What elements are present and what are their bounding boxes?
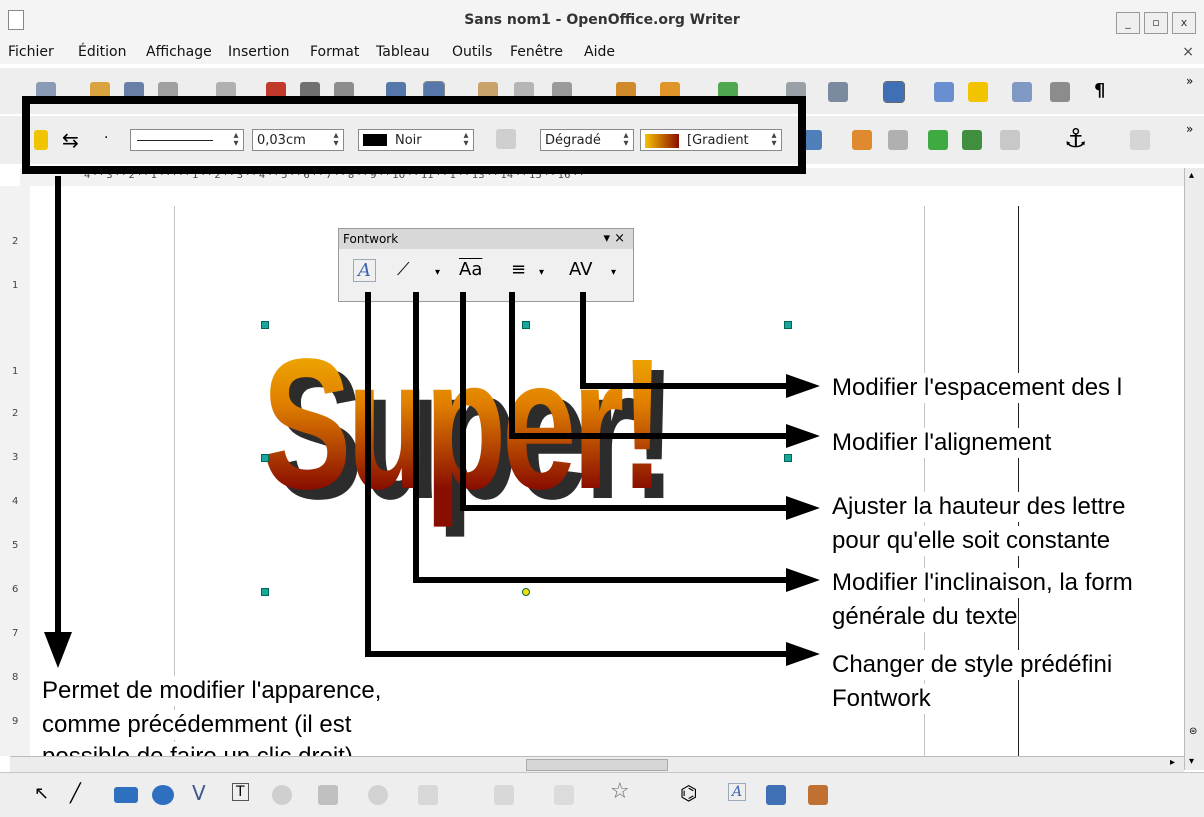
callout-style-2: Fontwork [832,684,931,714]
callout-shape-2: générale du texte [832,602,1018,632]
block-arrows-icon[interactable] [418,785,438,805]
drawing-toolbar: ↖ ╱ V T ☆ ⌬ A [0,772,1204,817]
arrow-shape-head [786,568,820,592]
select-icon[interactable]: ↖ [34,783,49,804]
extrusion-icon[interactable] [808,785,828,805]
callout-spacing: Modifier l'espacement des l [832,373,1123,403]
basic-shapes-icon[interactable] [318,785,338,805]
fontwork-gallery-icon[interactable]: A [728,783,747,801]
ellipse-icon[interactable] [152,785,174,805]
text-icon[interactable]: T [232,783,249,801]
symbol-shapes-icon[interactable] [368,785,388,805]
callout-icon[interactable] [272,785,292,805]
arrow-spacing [580,292,786,389]
rectangle-icon[interactable] [114,787,138,803]
arrow-align-head [786,424,820,448]
arrow-spacing-head [786,374,820,398]
arrow-style-head [786,642,820,666]
arrow-style [365,292,786,657]
callout-style-1: Changer de style prédéfini [832,650,1113,680]
vertical-scrollbar[interactable]: ▴ ⊜ ▾ [1184,168,1204,770]
page-nav-icon[interactable]: ⊜ [1189,726,1197,737]
scroll-right-icon[interactable]: ▸ [1170,757,1175,768]
horizontal-scrollbar[interactable]: ▸ [10,756,1184,773]
arrow-height-head [786,496,820,520]
callout-height-1: Ajuster la hauteur des lettre [832,492,1126,522]
freeform-icon[interactable]: V [192,781,206,805]
callout-shape-1: Modifier l'inclinaison, la form [832,568,1133,598]
callout-height-2: pour qu'elle soit constante [832,526,1111,556]
from-file-icon[interactable] [766,785,786,805]
flowchart-icon[interactable] [494,785,514,805]
stars-icon[interactable]: ☆ [610,779,630,804]
arrow-align [509,292,786,439]
line-icon[interactable]: ╱ [70,783,81,804]
callouts-icon[interactable] [554,785,574,805]
scroll-down-icon[interactable]: ▾ [1189,756,1194,767]
callout-appearance-2: comme précédemment (il est [42,710,352,740]
callout-align: Modifier l'alignement [832,428,1052,458]
scroll-up-icon[interactable]: ▴ [1189,170,1194,181]
toolbar-highlight-box [22,96,806,174]
points-icon[interactable]: ⌬ [680,781,697,805]
scroll-thumb[interactable] [526,759,668,771]
arrow-appearance-head [44,632,72,668]
callout-appearance-1: Permet de modifier l'apparence, [42,676,382,706]
